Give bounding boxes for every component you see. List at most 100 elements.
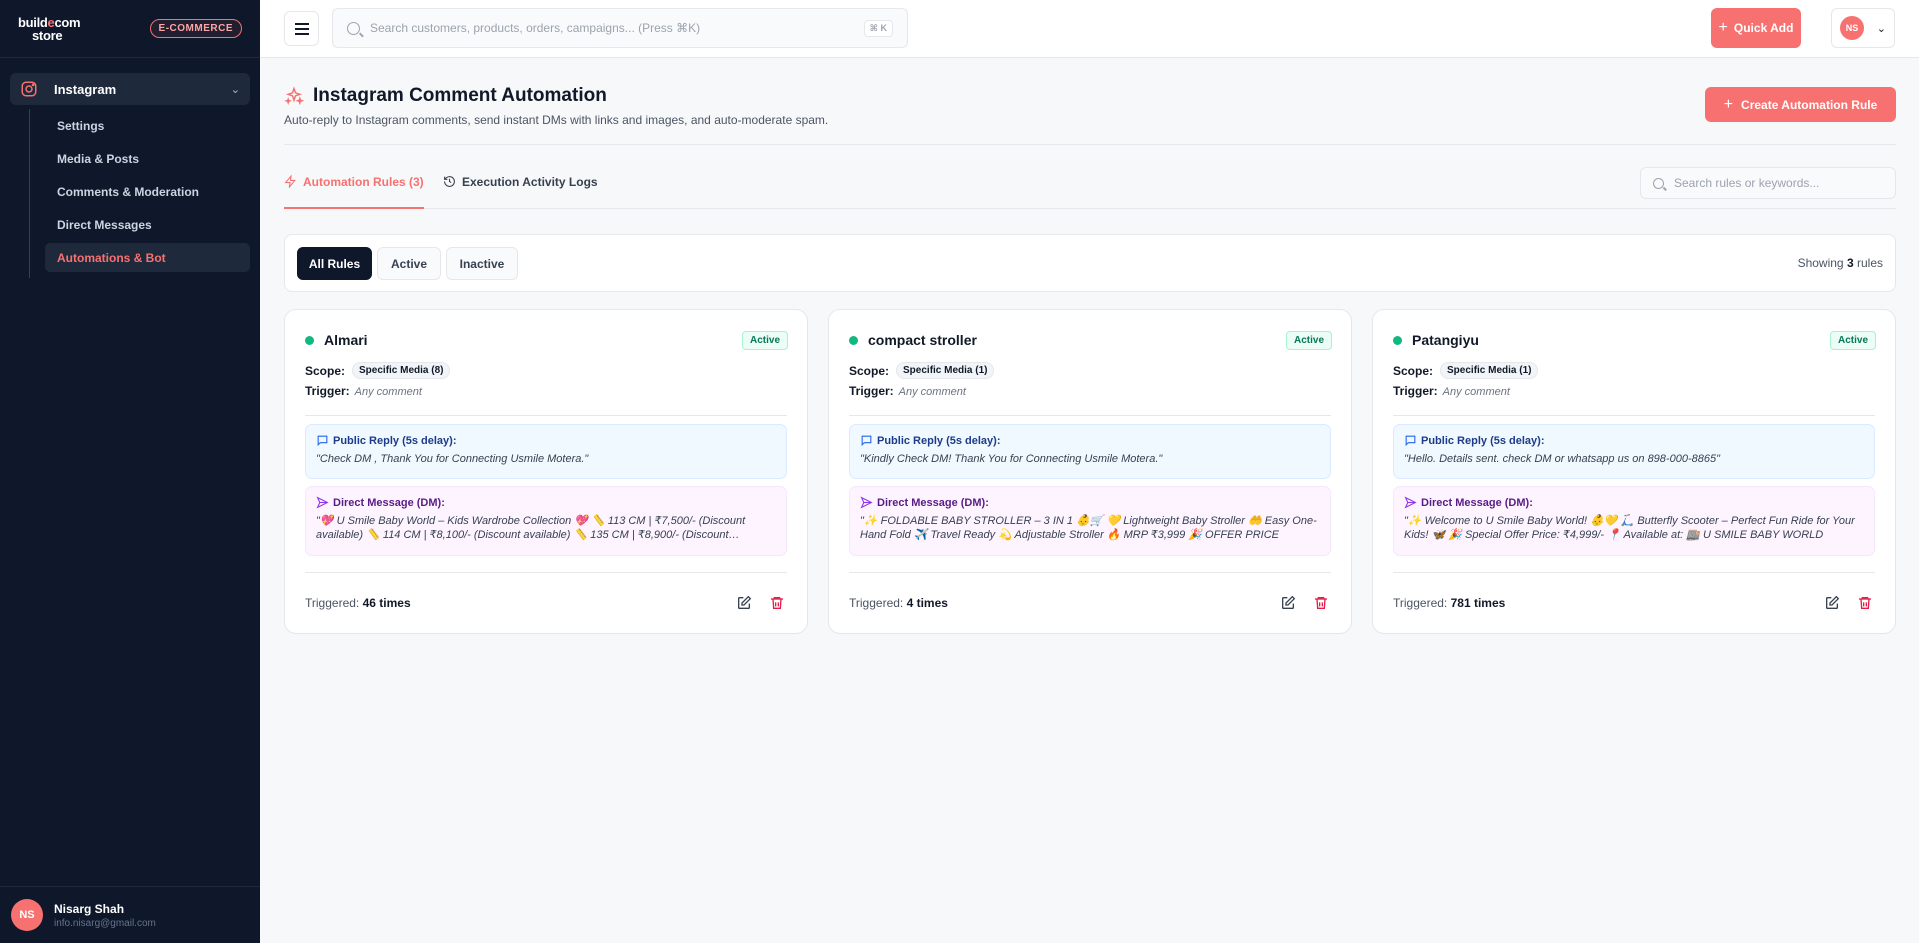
message-icon (317, 435, 328, 447)
sidebar-item-settings[interactable]: Settings (45, 111, 250, 140)
dm-box: Direct Message (DM): "✨ Welcome to U Smi… (1393, 486, 1875, 556)
dm-header: Direct Message (DM): (316, 496, 776, 509)
status-dot (849, 335, 858, 345)
showing-suffix: rules (1856, 256, 1883, 270)
dm-header: Direct Message (DM): (860, 496, 1320, 509)
public-reply-box: Public Reply (5s delay): "Kindly Check D… (849, 424, 1331, 479)
edit-icon[interactable] (1280, 595, 1296, 611)
public-reply-header: Public Reply (5s delay): (1404, 434, 1864, 447)
tab-automation-rules[interactable]: Automation Rules (3) (284, 175, 424, 209)
instagram-icon (21, 81, 37, 97)
main-content: Instagram Comment Automation Auto-reply … (284, 58, 1896, 634)
status-badge: Active (1829, 331, 1876, 350)
hamburger-icon (294, 22, 309, 35)
bolt-icon (284, 175, 296, 188)
trigger-value: Any comment (898, 386, 966, 398)
triggered-count: Triggered: 46 times (305, 596, 411, 610)
avatar: NS (11, 899, 43, 931)
scope-label: Scope: (1393, 363, 1434, 378)
tab-execution-logs[interactable]: Execution Activity Logs (443, 175, 598, 209)
avatar: NS (1840, 16, 1864, 40)
tab-label: Automation Rules (3) (303, 175, 424, 189)
search-icon (1653, 177, 1664, 189)
public-reply-box: Public Reply (5s delay): "Hello. Details… (1393, 424, 1875, 479)
trigger-value: Any comment (1442, 386, 1510, 398)
trash-icon[interactable] (769, 595, 785, 611)
edit-icon[interactable] (736, 595, 752, 611)
scope-pill: Specific Media (1) (1440, 362, 1539, 379)
trigger-value: Any comment (354, 386, 422, 398)
user-info: Nisarg Shah info.nisarg@gmail.com (54, 902, 156, 929)
menu-toggle-button[interactable] (284, 11, 319, 46)
rules-search (1640, 167, 1896, 199)
triggered-value: 781 times (1450, 596, 1506, 610)
ecommerce-badge: E-COMMERCE (149, 19, 242, 38)
trigger-label: Trigger: (849, 384, 894, 398)
filter-active[interactable]: Active (377, 247, 441, 280)
divider (1393, 415, 1875, 416)
rule-trigger: Trigger: Any comment (849, 384, 966, 398)
dm-label: Direct Message (DM): (333, 496, 445, 509)
public-reply-box: Public Reply (5s delay): "Check DM , Tha… (305, 424, 787, 479)
rule-scope: Scope: Specific Media (1) (849, 362, 995, 379)
trigger-label: Trigger: (305, 384, 350, 398)
rule-scope: Scope: Specific Media (8) (305, 362, 451, 379)
triggered-count: Triggered: 781 times (1393, 596, 1505, 610)
global-search-input[interactable] (370, 21, 864, 35)
trash-icon[interactable] (1313, 595, 1329, 611)
logo[interactable]: buildecom store (18, 16, 81, 42)
rule-scope: Scope: Specific Media (1) (1393, 362, 1539, 379)
public-reply-header: Public Reply (5s delay): (860, 434, 1320, 447)
status-badge: Active (1285, 331, 1332, 350)
message-icon (861, 435, 872, 447)
trash-icon[interactable] (1857, 595, 1873, 611)
triggered-label: Triggered: (1393, 596, 1448, 610)
divider (849, 572, 1331, 573)
public-reply-text: "Check DM , Thank You for Connecting Usm… (316, 453, 589, 465)
rule-name-text: Patangiyu (1412, 332, 1479, 348)
sidebar-item-automations-bot[interactable]: Automations & Bot (45, 243, 250, 272)
user-menu-button[interactable]: NS ⌄ (1831, 8, 1895, 48)
sidebar-user[interactable]: NS Nisarg Shah info.nisarg@gmail.com (0, 886, 260, 943)
scope-pill: Specific Media (8) (352, 362, 451, 379)
filter-inactive[interactable]: Inactive (446, 247, 518, 280)
dm-box: Direct Message (DM): "✨ FOLDABLE BABY ST… (849, 486, 1331, 556)
triggered-count: Triggered: 4 times (849, 596, 948, 610)
rules-search-input[interactable] (1674, 176, 1883, 190)
divider (305, 415, 787, 416)
shortcut-hint: ⌘ K (863, 19, 893, 37)
filter-all-rules[interactable]: All Rules (297, 247, 372, 280)
sidebar-item-comments-moderation[interactable]: Comments & Moderation (45, 177, 250, 206)
brand-bar: buildecom store E-COMMERCE (0, 0, 260, 58)
triggered-label: Triggered: (305, 596, 360, 610)
quick-add-label: Quick Add (1733, 21, 1794, 35)
sidebar: buildecom store E-COMMERCE Instagram ⌄ S… (0, 0, 260, 943)
showing-count: Showing 3 rules (1798, 256, 1883, 270)
status-dot (1393, 335, 1402, 345)
scope-label: Scope: (305, 363, 346, 378)
status-badge: Active (741, 331, 788, 350)
trigger-label: Trigger: (1393, 384, 1438, 398)
divider (305, 572, 787, 573)
create-automation-rule-button[interactable]: + Create Automation Rule (1705, 87, 1896, 122)
showing-number: 3 (1846, 256, 1854, 270)
global-search: ⌘ K (332, 8, 908, 48)
send-icon (316, 496, 329, 509)
sparkles-icon (284, 86, 304, 106)
page-subtitle: Auto-reply to Instagram comments, send i… (284, 113, 829, 127)
page-title: Instagram Comment Automation (284, 85, 607, 107)
rule-trigger: Trigger: Any comment (1393, 384, 1510, 398)
rule-name-text: Almari (324, 332, 368, 348)
public-reply-text: "Hello. Details sent. check DM or whatsa… (1404, 453, 1720, 465)
status-dot (305, 335, 314, 345)
sidebar-item-instagram[interactable]: Instagram ⌄ (10, 73, 250, 105)
rule-name: Patangiyu (1393, 332, 1479, 348)
rule-name: Almari (305, 332, 368, 348)
sidebar-item-direct-messages[interactable]: Direct Messages (45, 210, 250, 239)
filter-bar: All Rules Active Inactive Showing 3 rule… (284, 234, 1896, 292)
sidebar-item-media-posts[interactable]: Media & Posts (45, 144, 250, 173)
quick-add-button[interactable]: + Quick Add (1711, 8, 1801, 48)
public-reply-label: Public Reply (5s delay): (1421, 434, 1545, 447)
triggered-value: 4 times (906, 596, 948, 610)
edit-icon[interactable] (1824, 595, 1840, 611)
